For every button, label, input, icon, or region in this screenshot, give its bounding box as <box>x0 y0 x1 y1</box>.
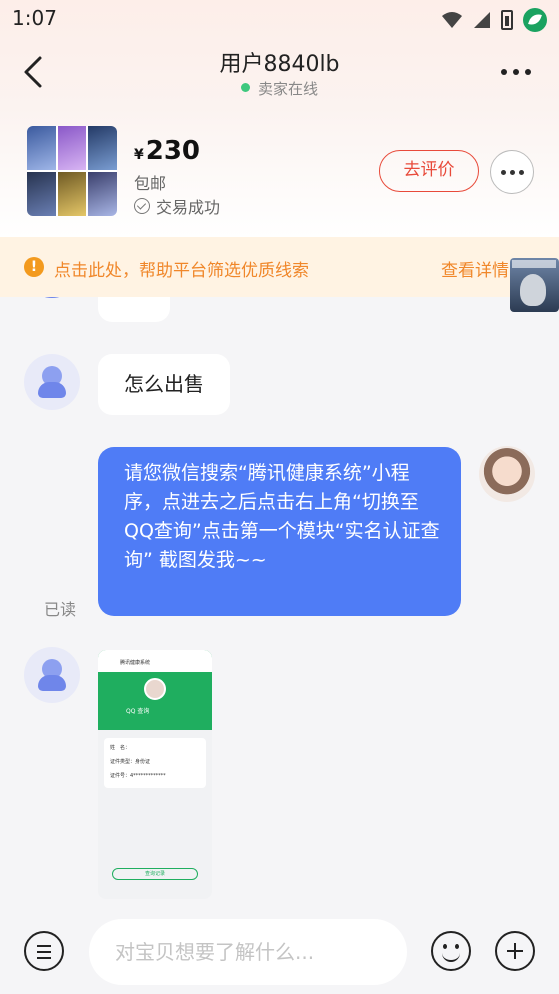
notice-text: 点击此处，帮助平台筛选优质线索 <box>54 261 309 281</box>
status-bar: 1:07 <box>0 0 559 36</box>
check-circle-icon <box>134 198 150 214</box>
more-dot-icon <box>501 69 507 75</box>
more-options-button[interactable] <box>501 62 537 82</box>
product-more-button[interactable] <box>490 150 534 194</box>
plus-icon[interactable] <box>495 931 535 971</box>
chat-header: 用户8840lb 卖家在线 <box>0 36 559 116</box>
emoji-icon[interactable] <box>431 931 471 971</box>
image-row: 证件号：4************* <box>110 773 166 779</box>
wifi-icon <box>441 11 463 29</box>
image-row: 证件类型：身份证 <box>110 759 151 765</box>
status-time: 1:07 <box>12 6 57 30</box>
online-dot-icon <box>240 83 250 92</box>
thumbnail-tile <box>27 172 56 216</box>
image-info-card: 姓 名： 证件类型：身份证 证件号：4************* <box>104 738 206 788</box>
seller-status-text: 卖家在线 <box>257 80 318 98</box>
warning-icon: ! <box>24 257 44 277</box>
status-icons <box>441 8 547 32</box>
thumbnail-tile <box>57 126 87 170</box>
my-message-bubble: 请您微信搜索“腾讯健康系统”小程序，点进去之后点击右上角“切换至QQ查询”点击第… <box>98 447 461 616</box>
deal-status: 交易成功 <box>134 194 220 218</box>
deal-status-text: 交易成功 <box>156 198 221 217</box>
more-dot-icon <box>513 69 519 75</box>
signal-icon <box>473 11 491 29</box>
more-dot-icon <box>518 169 524 175</box>
message-input[interactable] <box>89 919 407 985</box>
currency-symbol: ¥ <box>134 147 144 163</box>
image-avatar <box>144 678 166 700</box>
image-name-line: QQ 查询 <box>126 708 150 715</box>
message-bubble: 怎么出售 <box>98 354 230 415</box>
product-card: ¥230 包邮 交易成功 去评价 <box>0 116 559 237</box>
thumbnail-tile <box>27 126 56 170</box>
more-dot-icon <box>500 169 506 175</box>
chat-title: 用户8840lb <box>219 52 340 77</box>
image-query-button: 查询记录 <box>112 868 198 880</box>
view-details-link[interactable]: 查看详情 <box>441 256 509 281</box>
image-top-title: 腾讯健康系统 <box>120 660 151 666</box>
shipping-label: 包邮 <box>134 174 167 193</box>
screenshot-image-message[interactable]: 腾讯健康系统 QQ 查询 姓 名： 证件类型：身份证 证件号：4********… <box>98 650 212 899</box>
seller-avatar[interactable] <box>24 647 80 703</box>
notice-banner[interactable]: ! 点击此处，帮助平台筛选优质线索 查看详情 <box>0 237 559 297</box>
image-row: 姓 名： <box>110 745 131 751</box>
review-button[interactable]: 去评价 <box>379 150 479 192</box>
price-value: 230 <box>145 136 201 166</box>
thumbnail-tile <box>57 172 87 216</box>
read-status: 已读 <box>44 600 77 619</box>
more-dot-icon <box>525 69 531 75</box>
leaf-app-icon <box>523 8 547 32</box>
thumbnail-tile <box>88 172 117 216</box>
product-thumbnail[interactable] <box>27 126 117 216</box>
my-avatar[interactable] <box>479 446 535 502</box>
cat-sticker-image[interactable] <box>510 258 559 312</box>
more-dot-icon <box>509 169 515 175</box>
battery-icon <box>501 10 513 30</box>
image-top-bar: 腾讯健康系统 <box>98 650 212 672</box>
product-price: ¥230 <box>134 136 200 166</box>
seller-status: 卖家在线 <box>0 78 559 99</box>
seller-avatar[interactable] <box>24 354 80 410</box>
bottom-input-bar <box>0 910 559 994</box>
menu-icon[interactable] <box>24 931 64 971</box>
thumbnail-tile <box>88 126 117 170</box>
